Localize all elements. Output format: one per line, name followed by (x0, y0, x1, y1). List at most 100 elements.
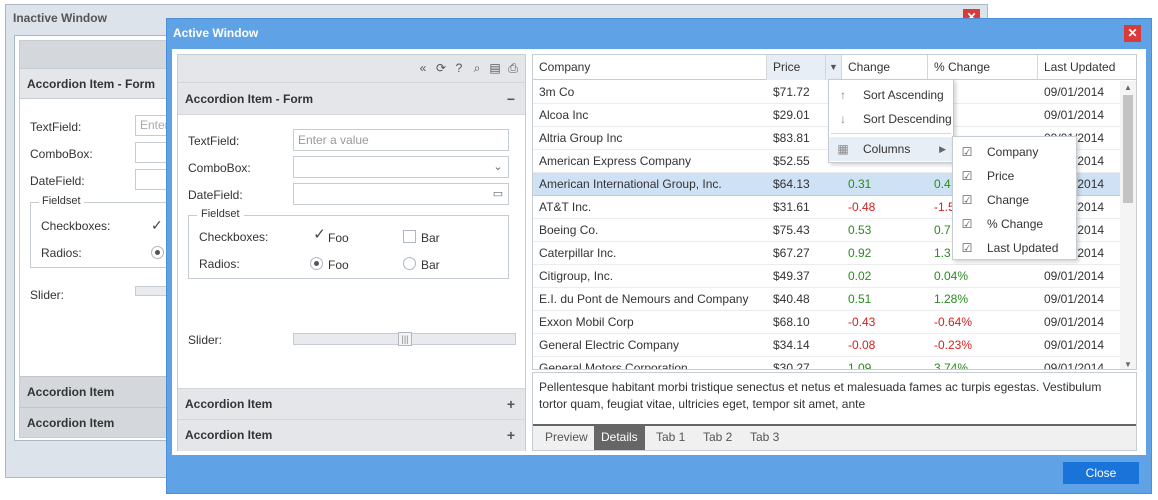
combobox-input[interactable]: ⌄ (293, 156, 509, 178)
radio-bar-label: Bar (421, 258, 440, 272)
inactive-radio-icon[interactable] (151, 246, 164, 259)
textfield-input[interactable]: Enter a value (293, 129, 509, 151)
inactive-form-panel: Accordion Item - Form TextField: Enter C… (19, 40, 171, 438)
menu-separator (831, 133, 951, 134)
table-cell-company: American Express Company (539, 154, 692, 168)
table-cell-company: Alcoa Inc (539, 108, 589, 122)
help-icon[interactable]: ? (451, 60, 467, 76)
radio-bar[interactable] (403, 257, 416, 270)
datefield-input[interactable]: ▭ (293, 183, 509, 205)
submenu-label-change: Change (987, 193, 1030, 207)
textfield-label: TextField: (188, 134, 240, 148)
table-cell-pct: 1.28% (934, 292, 969, 306)
menu-item-sort-descending[interactable]: ↓ Sort Descending (829, 107, 953, 131)
table-cell-change: 0.02 (848, 269, 872, 283)
table-cell-company: Altria Group Inc (539, 131, 623, 145)
scroll-up-icon[interactable]: ▲ (1120, 83, 1136, 92)
save-icon[interactable]: ▤ (487, 60, 503, 76)
column-header-last-updated[interactable]: Last Updated (1038, 55, 1136, 80)
accordion-header-form[interactable]: Accordion Item - Form − (178, 83, 525, 115)
table-cell-company: American International Group, Inc. (539, 177, 722, 191)
table-cell-pct: 0.04% (934, 269, 969, 283)
table-cell-price: $75.43 (773, 223, 810, 237)
tab-2[interactable]: Tab 2 (696, 426, 739, 450)
inactive-accordion-item-2[interactable]: Accordion Item (20, 407, 170, 437)
active-window-close-icon[interactable]: ✕ (1124, 25, 1141, 42)
table-row[interactable]: E.I. du Pont de Nemours and Company $40.4… (533, 288, 1122, 311)
print-icon[interactable]: ⎙ (505, 60, 521, 76)
column-header-pct-change[interactable]: % Change (928, 55, 1038, 80)
slider-track[interactable]: ||| (293, 332, 516, 346)
table-row[interactable]: Citigroup, Inc. $49.37 0.02 0.04% 09/01/2014 (533, 265, 1122, 288)
table-row[interactable]: Exxon Mobil Corp $68.10 -0.43 -0.64% 09/01/2… (533, 311, 1122, 334)
inactive-accordion-header[interactable]: Accordion Item - Form (20, 69, 170, 99)
column-header-change[interactable]: Change (842, 55, 928, 80)
refresh-icon[interactable]: ⟳ (433, 60, 449, 76)
submenu-label-pct-change: % Change (987, 217, 1044, 231)
table-cell-change: -0.43 (848, 315, 876, 329)
checkbox-foo-label: Foo (328, 231, 349, 245)
table-cell-pct: -0.64% (934, 315, 973, 329)
inactive-textfield-label: TextField: (30, 120, 82, 134)
tab-1[interactable]: Tab 1 (649, 426, 692, 450)
radio-foo[interactable] (310, 257, 323, 270)
submenu-label-last-updated: Last Updated (987, 241, 1059, 255)
table-cell-price: $49.37 (773, 269, 810, 283)
table-cell-price: $31.61 (773, 200, 810, 214)
table-cell-company: Exxon Mobil Corp (539, 315, 634, 329)
table-cell-company: Citigroup, Inc. (539, 269, 614, 283)
combobox-label: ComboBox: (188, 161, 251, 175)
table-cell-price: $64.13 (773, 177, 810, 191)
close-button[interactable]: Close (1063, 462, 1139, 484)
submenu-item-price[interactable]: ☑ Price (953, 164, 1076, 188)
datefield-label: DateField: (188, 188, 243, 202)
table-cell-updated: 09/01/2014 (1044, 338, 1105, 352)
expand-plus-icon[interactable]: + (507, 389, 515, 420)
scrollbar-thumb[interactable] (1123, 95, 1133, 203)
accordion-item-1[interactable]: Accordion Item + (178, 388, 525, 420)
tab-3[interactable]: Tab 3 (743, 426, 786, 450)
table-cell-company: 3m Co (539, 85, 575, 99)
menu-item-sort-ascending[interactable]: ↑ Sort Ascending (829, 83, 953, 107)
submenu-item-last-updated[interactable]: ☑ Last Updated (953, 236, 1076, 260)
table-cell-updated: 09/01/2014 (1044, 361, 1105, 370)
submenu-item-company[interactable]: ☑ Company (953, 140, 1076, 164)
menu-item-columns[interactable]: ▦ Columns ▶ (829, 137, 953, 161)
submenu-item-pct-change[interactable]: ☑ % Change (953, 212, 1076, 236)
detail-text: Pellentesque habitant morbi tristique se… (539, 380, 1102, 411)
column-menu-trigger-icon[interactable]: ▼ (826, 55, 842, 80)
table-row[interactable]: General Electric Company $34.14 -0.08 -0.23… (533, 334, 1122, 357)
columns-label: Columns (863, 142, 911, 156)
submenu-item-change[interactable]: ☑ Change (953, 188, 1076, 212)
collapse-minus-icon[interactable]: − (507, 83, 515, 115)
column-header-company[interactable]: Company (533, 55, 767, 80)
table-cell-change: 1.09 (848, 361, 872, 370)
tab-preview[interactable]: Preview (538, 426, 595, 450)
tab-details[interactable]: Details (594, 426, 645, 450)
search-icon[interactable]: ⌕ (469, 60, 485, 76)
accordion-item-2[interactable]: Accordion Item + (178, 419, 525, 451)
inactive-accordion-item-1[interactable]: Accordion Item (20, 376, 170, 407)
inactive-window-body: Accordion Item - Form TextField: Enter C… (14, 35, 174, 441)
table-cell-updated: 09/01/2014 (1044, 315, 1105, 329)
form-panel: « ⟳ ? ⌕ ▤ ⎙ Accordion Item - Form − Text… (177, 54, 526, 451)
scroll-down-icon[interactable]: ▼ (1120, 360, 1136, 369)
calendar-icon[interactable]: ▭ (488, 184, 508, 204)
column-menu: ↑ Sort Ascending ↓ Sort Descending ▦ Col… (828, 79, 954, 163)
inactive-checkbox-check-icon[interactable]: ✓ (151, 217, 163, 234)
slider-thumb[interactable]: ||| (398, 332, 412, 346)
checkbox-foo-check-icon[interactable]: ✓ (313, 227, 326, 242)
checkbox-bar[interactable] (403, 230, 416, 243)
table-cell-price: $30.27 (773, 361, 810, 370)
detail-panel: Pellentesque habitant morbi tristique se… (532, 372, 1137, 451)
table-row[interactable]: General Motors Corporation $30.27 1.09 3.74… (533, 357, 1122, 370)
checkbox-checked-icon: ☑ (961, 145, 973, 159)
chevron-down-icon[interactable]: ⌄ (488, 157, 508, 177)
vertical-scrollbar[interactable]: ▲ ▼ (1120, 81, 1136, 369)
column-header-price[interactable]: Price (767, 55, 826, 80)
grid-header: Company Price ▼ Change % Change Last Upd… (533, 55, 1136, 80)
expand-plus-icon[interactable]: + (507, 420, 515, 451)
inactive-checkboxes-label: Checkboxes: (41, 219, 111, 233)
collapse-icon[interactable]: « (415, 60, 431, 76)
checkbox-checked-icon: ☑ (961, 169, 973, 183)
